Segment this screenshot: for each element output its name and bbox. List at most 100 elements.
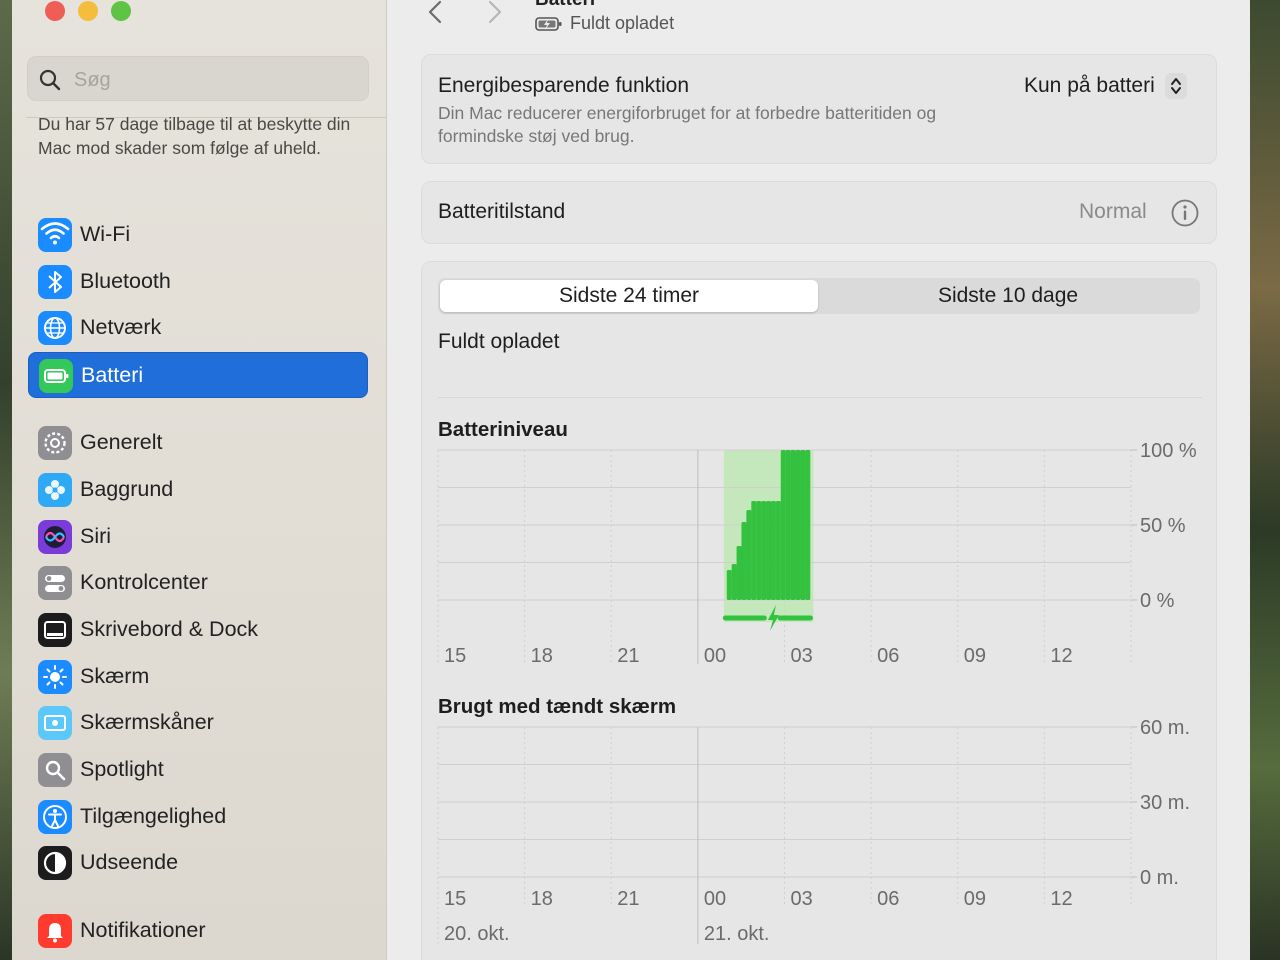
energy-mode-select[interactable]: Kun på batteri	[1024, 71, 1187, 101]
energy-mode-title: Energibesparende funktion	[438, 74, 690, 97]
sidebar-item-siri[interactable]: Siri	[28, 514, 368, 560]
x-tick-label: 15	[444, 888, 466, 910]
flower-icon	[38, 473, 72, 507]
x-tick-label: 21	[617, 888, 639, 910]
battery-health-title: Batteritilstand	[438, 200, 566, 223]
sidebar-item-label: Tilgængelighed	[80, 804, 227, 828]
sidebar-item-label: Notifikationer	[80, 918, 206, 942]
page-subtitle: Fuldt opladet	[570, 13, 675, 33]
usage-card: Sidste 24 timer Sidste 10 dage Fuldt opl…	[421, 261, 1217, 960]
energy-mode-description: Din Mac reducerer energiforbruget for at…	[438, 103, 937, 146]
x-tick-label: 06	[877, 888, 899, 910]
sidebar-item-label: Bluetooth	[80, 269, 171, 293]
sidebar-item-label: Netværk	[80, 315, 162, 339]
globe-icon	[38, 311, 72, 345]
battery-level-bar	[785, 450, 791, 600]
battery-level-bar	[795, 450, 801, 600]
battery-level-bar	[751, 501, 757, 600]
sidebar-item-bluetooth[interactable]: Bluetooth	[28, 259, 368, 305]
battery-level-bar	[756, 501, 762, 600]
y-tick-label: 100 %	[1140, 440, 1197, 462]
sidebar-item-label: Siri	[80, 524, 112, 548]
minimize-window-button[interactable]	[78, 1, 98, 21]
x-tick-label: 03	[791, 888, 813, 910]
sun-icon	[38, 660, 72, 694]
sidebar: Du har 57 dage tilbage til at beskytte d…	[12, 0, 387, 960]
sidebar-item-label: Batteri	[81, 363, 144, 387]
back-button[interactable]	[425, 0, 447, 24]
magnifier-icon	[38, 753, 72, 787]
settings-window: Du har 57 dage tilbage til at beskytte d…	[12, 0, 1250, 960]
sidebar-item-label: Wi-Fi	[80, 222, 131, 246]
date-label: 20. okt.	[444, 923, 510, 945]
bell-icon	[38, 914, 72, 948]
x-tick-label: 15	[444, 645, 466, 667]
sidebar-item-label: Udseende	[80, 850, 179, 874]
x-tick-label: 00	[704, 645, 726, 667]
battery-level-bar	[770, 501, 776, 600]
battery-level-bar	[766, 501, 772, 600]
sidebar-item-netværk[interactable]: Netværk	[28, 305, 368, 351]
usage-charts: 100 % 50 % 0 % 15 18 21 00 03 06 09 12 60 m. 30 m. 0 …	[437, 440, 1197, 945]
wifi-icon	[38, 218, 72, 252]
date-label: 21. okt.	[704, 923, 770, 945]
main-content: Batteri Fuldt opladet Energibesparende f…	[387, 0, 1250, 960]
sidebar-item-baggrund[interactable]: Baggrund	[28, 467, 368, 513]
sidebar-item-generelt[interactable]: Generelt	[28, 420, 368, 466]
battery-level-bar	[800, 450, 806, 600]
toggles-icon	[38, 566, 72, 600]
sidebar-item-udseende[interactable]: Udseende	[28, 840, 368, 886]
maximize-window-button[interactable]	[111, 1, 131, 21]
battery-level-bar	[761, 501, 767, 600]
x-tick-label: 12	[1050, 888, 1072, 910]
protection-notice[interactable]: Du har 57 dage tilbage til at beskytte d…	[38, 113, 358, 160]
battery-icon	[39, 359, 73, 393]
sidebar-item-batteri[interactable]: Batteri	[28, 352, 368, 398]
appearance-icon	[38, 846, 72, 880]
x-tick-label: 12	[1050, 645, 1072, 667]
energy-mode-card: Energibesparende funktion Din Mac reduce…	[421, 54, 1217, 164]
close-window-button[interactable]	[45, 1, 65, 21]
gear-icon	[38, 426, 72, 460]
y-tick-label: 50 %	[1140, 515, 1186, 537]
battery-level-bar	[731, 564, 737, 600]
battery-level-bar	[780, 450, 786, 600]
y-tick-label: 0 %	[1140, 590, 1175, 612]
battery-level-bar	[805, 450, 811, 600]
search-icon	[39, 69, 61, 91]
sidebar-item-wi-fi[interactable]: Wi-Fi	[28, 212, 368, 258]
sidebar-item-kontrolcenter[interactable]: Kontrolcenter	[28, 560, 368, 606]
sidebar-item-skrivebord-dock[interactable]: Skrivebord & Dock	[28, 607, 368, 653]
battery-level-bar	[726, 570, 732, 600]
x-tick-label: 18	[531, 888, 553, 910]
desktop-wallpaper-left	[0, 0, 12, 960]
forward-button[interactable]	[483, 0, 505, 24]
sidebar-item-skærm[interactable]: Skærm	[28, 654, 368, 700]
sidebar-item-label: Skærm	[80, 664, 150, 688]
siri-icon	[38, 520, 72, 554]
sidebar-item-label: Kontrolcenter	[80, 570, 208, 594]
sidebar-item-label: Skærmskåner	[80, 710, 214, 734]
sidebar-item-label: Baggrund	[80, 477, 174, 501]
x-tick-label: 18	[531, 645, 553, 667]
battery-charged-icon	[535, 17, 562, 31]
y-tick-label: 60 m.	[1140, 717, 1190, 739]
battery-health-card: Batteritilstand Normal	[421, 181, 1217, 244]
y-tick-label: 30 m.	[1140, 792, 1190, 814]
y-tick-label: 0 m.	[1140, 867, 1179, 889]
dock-icon	[38, 613, 72, 647]
energy-mode-value: Kun på batteri	[1024, 74, 1155, 97]
desktop-wallpaper-right	[1250, 0, 1280, 960]
accessibility-icon	[38, 800, 72, 834]
sidebar-item-tilgængelighed[interactable]: Tilgængelighed	[28, 794, 368, 840]
info-icon[interactable]	[1170, 198, 1200, 228]
search-field[interactable]	[27, 56, 369, 101]
page-title: Batteri	[535, 0, 595, 11]
x-tick-label: 09	[964, 888, 986, 910]
sidebar-item-label: Skrivebord & Dock	[80, 617, 259, 641]
search-input[interactable]	[72, 65, 356, 95]
sidebar-item-notifikationer[interactable]: Notifikationer	[28, 908, 368, 954]
bluetooth-icon	[38, 265, 72, 299]
sidebar-item-skærmskåner[interactable]: Skærmskåner	[28, 700, 368, 746]
sidebar-item-spotlight[interactable]: Spotlight	[28, 747, 368, 793]
